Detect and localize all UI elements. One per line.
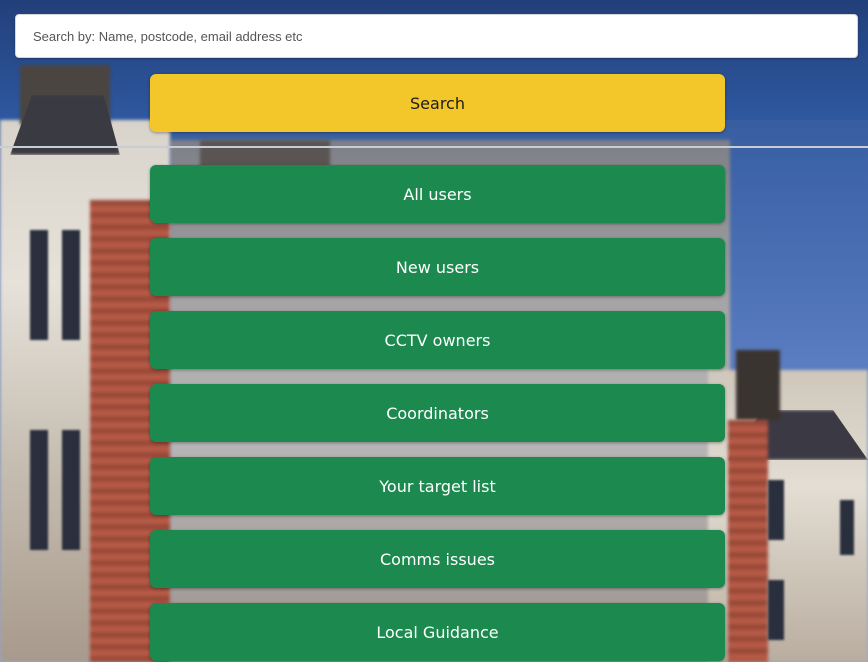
menu-button-label: New users [395, 257, 480, 277]
background-window [30, 430, 48, 550]
menu-button-comms-issues[interactable]: Comms issues [150, 530, 725, 588]
search-button[interactable]: Search [150, 74, 725, 132]
menu-button-your-target-list[interactable]: Your target list [150, 457, 725, 515]
background-window [62, 230, 80, 340]
menu-button-label: Your target list [379, 476, 496, 496]
background-window [768, 580, 784, 640]
background-right-brick [728, 420, 768, 662]
menu-button-label: Coordinators [386, 403, 489, 423]
menu-button-label: Comms issues [380, 549, 495, 569]
menu-button-all-users[interactable]: All users [150, 165, 725, 223]
background-window [30, 230, 48, 340]
background-window [62, 430, 80, 550]
search-button-label: Search [410, 93, 465, 113]
header-divider [0, 146, 868, 148]
background-window [768, 480, 784, 540]
background-right-chimney [736, 350, 780, 420]
menu-button-label: Local Guidance [376, 622, 499, 642]
menu-button-cctv-owners[interactable]: CCTV owners [150, 311, 725, 369]
background-window [840, 500, 854, 555]
search-bar [15, 14, 858, 58]
menu-button-label: All users [403, 184, 472, 204]
menu-button-label: CCTV owners [384, 330, 491, 350]
search-input[interactable] [16, 15, 857, 57]
menu-button-new-users[interactable]: New users [150, 238, 725, 296]
menu-button-local-guidance[interactable]: Local Guidance [150, 603, 725, 661]
menu-button-coordinators[interactable]: Coordinators [150, 384, 725, 442]
